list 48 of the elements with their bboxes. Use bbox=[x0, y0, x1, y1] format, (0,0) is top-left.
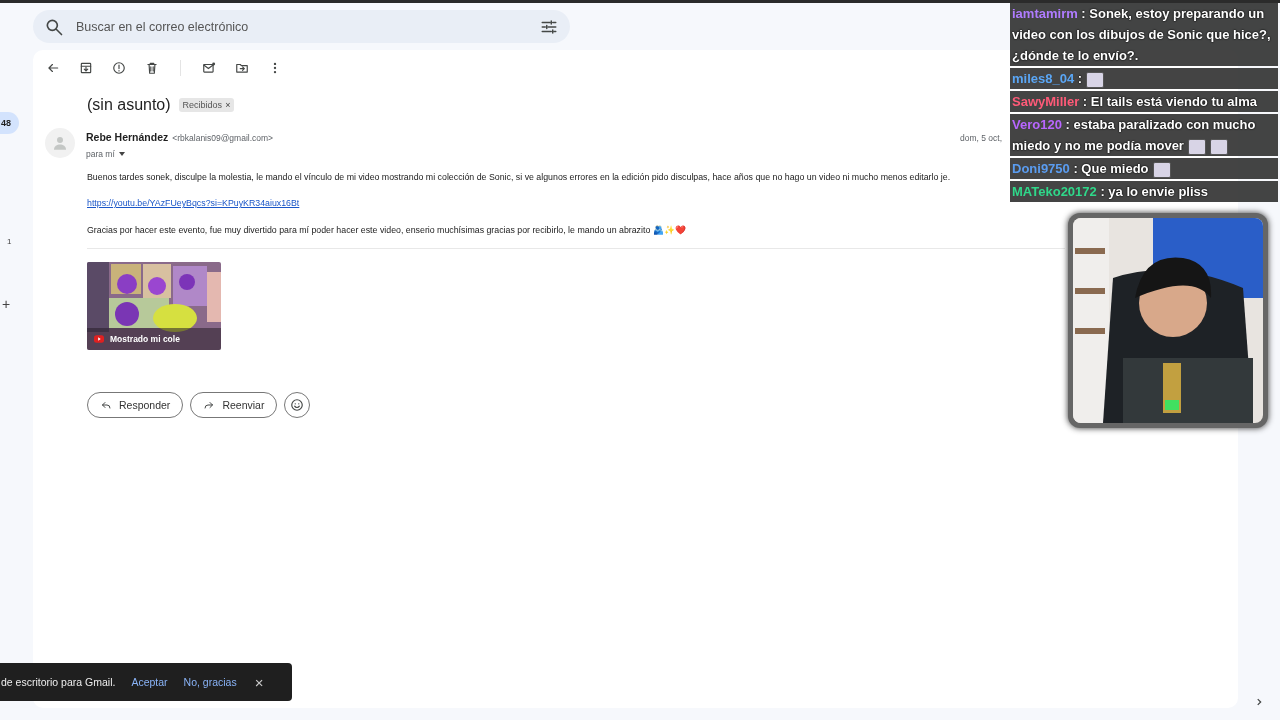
remove-label-button[interactable]: × bbox=[225, 100, 231, 110]
toast-action-link[interactable]: No, gracias bbox=[183, 676, 237, 688]
chat-message: Vero120 : estaba paralizado con mucho miedo y no me podía mover bbox=[1010, 114, 1278, 156]
body-paragraph: Buenos tardes sonek, disculpe la molestia, le mando el vínculo de mi video mostrando mi colección de Sonic, si ve algunos errores en la edición pido disculpas, hace años que no hago un video ni mucho menos editarlo je. bbox=[87, 171, 951, 184]
label-count: 1 bbox=[7, 237, 12, 246]
emote-icon bbox=[1086, 71, 1105, 88]
search-input[interactable]: Buscar en el correo electrónico bbox=[74, 18, 530, 35]
unread-count-badge[interactable]: 48 bbox=[0, 112, 19, 134]
smiley-icon bbox=[290, 398, 305, 412]
chat-message: iamtamirm : Sonek, estoy preparando un video con los dibujos de Sonic que hice?, ¿dónde te lo envío?. bbox=[1010, 3, 1278, 66]
person-silhouette-icon bbox=[51, 134, 69, 152]
play-icon bbox=[92, 334, 106, 344]
trash-icon[interactable] bbox=[145, 61, 159, 75]
sender-name: Rebe Hernández bbox=[86, 131, 169, 143]
chat-message: miles8_04 : bbox=[1010, 68, 1278, 89]
filter-sliders-icon[interactable] bbox=[540, 17, 558, 36]
chat-message: SawyMiller : El tails está viendo tu alma bbox=[1010, 91, 1278, 112]
chat-message: Doni9750 : Que miedo bbox=[1010, 158, 1278, 179]
toast-message: de escritorio para Gmail. bbox=[1, 676, 116, 688]
video-attachment[interactable]: Mostrado mi cole bbox=[87, 262, 221, 350]
chat-message: MATeko20172 : ya lo envie pliss bbox=[1010, 181, 1278, 202]
video-title: Mostrado mi cole bbox=[110, 334, 180, 344]
label-text: Recibidos bbox=[182, 100, 223, 110]
forward-arrow-icon bbox=[203, 399, 216, 411]
chevron-right-icon[interactable] bbox=[1254, 697, 1264, 707]
video-link[interactable]: https://youtu.be/YAzFUeyBqcs?si=KPuyKR34aiux16Bt bbox=[87, 198, 300, 208]
recipient-dropdown[interactable]: para mí bbox=[86, 149, 125, 159]
archive-icon[interactable] bbox=[79, 61, 93, 75]
emote-icon bbox=[1152, 161, 1171, 178]
caret-icon bbox=[118, 152, 125, 156]
label-chip[interactable]: Recibidos × bbox=[178, 98, 235, 112]
alert-icon[interactable] bbox=[112, 61, 126, 75]
add-label-button[interactable]: + bbox=[2, 296, 11, 312]
emote-icon bbox=[1187, 138, 1206, 155]
folder-arrow-icon[interactable] bbox=[235, 61, 249, 75]
search-field[interactable]: Buscar en el correo electrónico bbox=[33, 10, 570, 43]
sender-email: <rbkalanis09@gmail.com> bbox=[172, 133, 274, 143]
envelope-icon[interactable] bbox=[202, 61, 216, 75]
body-paragraph: Gracias por hacer este evento, fue muy divertido para mí poder hacer este video, enserio muchísimas gracias por recibirlo, le mando un abrazito 🫂✨❤ bbox=[87, 224, 686, 237]
action-button[interactable]: Responder bbox=[87, 392, 184, 418]
action-button[interactable]: Reenviar bbox=[190, 392, 278, 418]
close-button[interactable]: × bbox=[254, 673, 264, 691]
toast-action-link[interactable]: Aceptar bbox=[131, 676, 168, 688]
email-subject: (sin asunto) bbox=[87, 96, 171, 114]
reply-arrow-icon bbox=[100, 399, 112, 411]
back-arrow-icon[interactable] bbox=[46, 61, 60, 75]
emoji-reaction-button[interactable] bbox=[284, 392, 311, 418]
emote-icon bbox=[1209, 138, 1228, 155]
